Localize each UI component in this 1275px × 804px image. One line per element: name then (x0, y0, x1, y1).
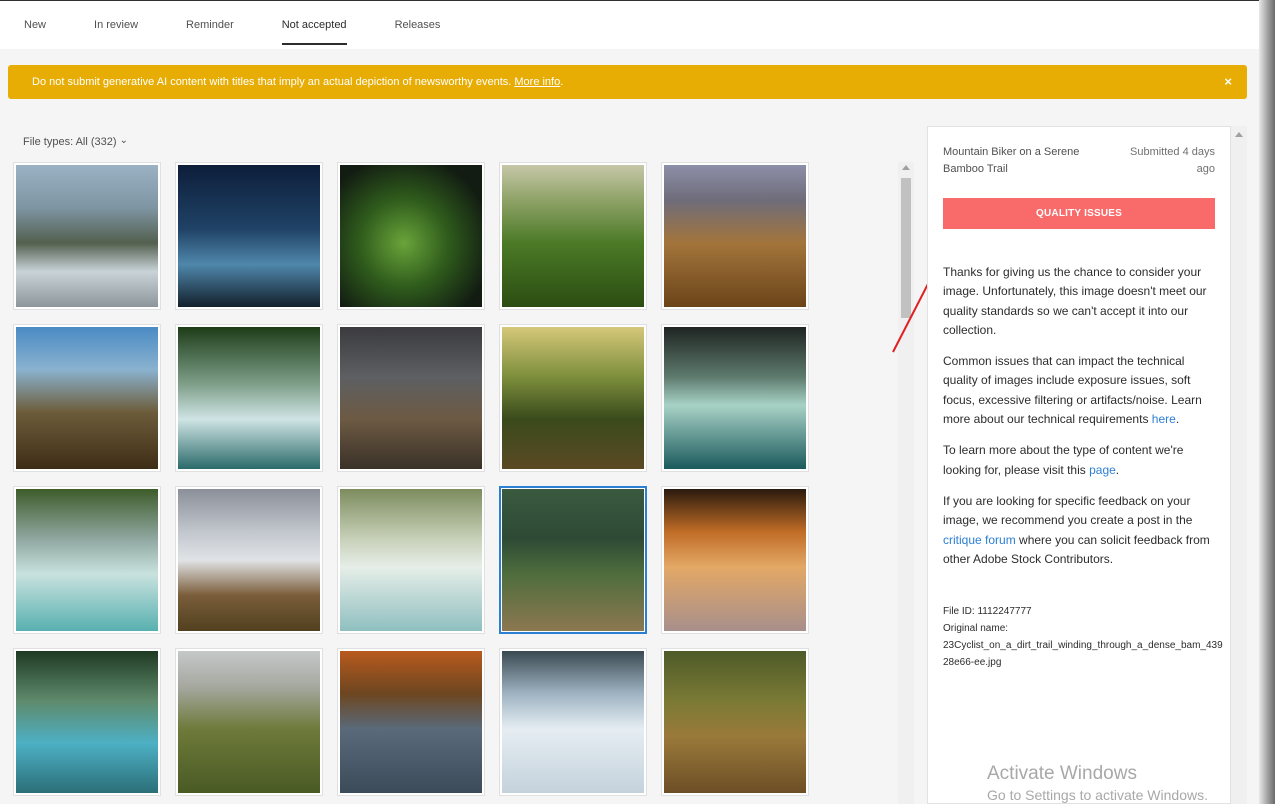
image-tile-waterfall-2[interactable] (13, 486, 161, 634)
thumbnail-image (16, 165, 158, 307)
image-tile-leaf[interactable] (337, 162, 485, 310)
thumbnail-image (178, 651, 320, 793)
image-tile-motion-biker[interactable] (661, 648, 809, 796)
file-type-label: File types: All (332) (23, 136, 117, 148)
thumbnail-image (664, 165, 806, 307)
thumbnail-image (502, 165, 644, 307)
image-tile-snow-footprints[interactable] (499, 648, 647, 796)
thumbnail-image (664, 327, 806, 469)
image-grid (13, 162, 809, 796)
image-tile-waterfall-1[interactable] (175, 324, 323, 472)
original-name: 23Cyclist_on_a_dirt_trail_winding_throug… (943, 640, 1223, 668)
tab-new[interactable]: New (0, 1, 70, 49)
panel-scrollbar[interactable] (1231, 126, 1247, 804)
here-link[interactable]: here (1152, 412, 1176, 426)
thumbnail-image (178, 327, 320, 469)
image-tile-jungle-waterfall[interactable] (13, 648, 161, 796)
detail-panel: Mountain Biker on a Serene Bamboo Trail … (927, 126, 1231, 804)
image-tile-bamboo-biker[interactable] (499, 486, 647, 634)
thumbnail-image (664, 489, 806, 631)
image-tile-rope-bridge[interactable] (499, 324, 647, 472)
thumbnail-image (340, 651, 482, 793)
banner-period: . (560, 76, 564, 88)
image-tile-hill-runner[interactable] (661, 162, 809, 310)
thumbnail-image (16, 651, 158, 793)
thumbnail-image (502, 489, 644, 631)
thumbnail-image (340, 165, 482, 307)
image-title: Mountain Biker on a Serene Bamboo Trail (943, 146, 1080, 175)
file-type-filter[interactable]: File types: All (332) ⌄ (23, 135, 128, 148)
original-name-label: Original name: (943, 623, 1009, 634)
critique-forum-link[interactable]: critique forum (943, 533, 1016, 547)
message-paragraph-4: If you are looking for specific feedback… (943, 493, 1210, 566)
quality-issues-badge: QUALITY ISSUES (943, 198, 1215, 229)
tab-reminder[interactable]: Reminder (162, 1, 258, 49)
image-tile-mountain-valley[interactable] (175, 648, 323, 796)
close-icon[interactable]: × (1224, 74, 1232, 89)
image-tile-jeep[interactable] (13, 324, 161, 472)
message-paragraph-2: Common issues that can impact the techni… (943, 354, 1202, 427)
submitted-date: Submitted 4 days ago (1130, 146, 1215, 175)
image-tile-waterfall-3[interactable] (337, 486, 485, 634)
thumbnail-image (16, 327, 158, 469)
chevron-down-icon: ⌄ (119, 135, 128, 146)
image-tile-autumn-river[interactable] (337, 648, 485, 796)
image-tile-canyon[interactable] (661, 324, 809, 472)
more-info-link[interactable]: More info (514, 76, 560, 88)
windows-activation-watermark: Activate Windows Go to Settings to activ… (987, 763, 1208, 803)
thumbnail-image (664, 651, 806, 793)
rejection-message: Thanks for giving us the chance to consi… (943, 263, 1221, 581)
file-metadata: File ID: 1112247777 Original name: 23Cyc… (943, 603, 1223, 671)
banner-text: Do not submit generative AI content with… (32, 76, 512, 88)
thumbnail-image (178, 165, 320, 307)
thumbnail-image (16, 489, 158, 631)
ai-content-banner: Do not submit generative AI content with… (8, 65, 1247, 99)
thumbnail-image (502, 327, 644, 469)
file-id: File ID: 1112247777 (943, 606, 1032, 617)
window-edge (1259, 0, 1275, 804)
image-tile-rafting[interactable] (13, 162, 161, 310)
thumbnail-image (502, 651, 644, 793)
image-tile-sunset-footprints[interactable] (661, 486, 809, 634)
image-tile-stone-path[interactable] (337, 324, 485, 472)
message-paragraph-3: To learn more about the type of content … (943, 443, 1184, 477)
tab-not-accepted[interactable]: Not accepted (258, 1, 371, 49)
thumbnail-image (178, 489, 320, 631)
scroll-up-icon[interactable] (902, 165, 910, 170)
tab-in-review[interactable]: In review (70, 1, 162, 49)
image-tile-misty-valley[interactable] (175, 486, 323, 634)
thumbnail-image (340, 489, 482, 631)
page-link[interactable]: page (1089, 463, 1116, 477)
thumbnail-image (340, 327, 482, 469)
image-tile-green-hills[interactable] (499, 162, 647, 310)
scroll-up-icon[interactable] (1235, 132, 1243, 137)
image-tile-night-tent[interactable] (175, 162, 323, 310)
tab-releases[interactable]: Releases (371, 1, 465, 49)
tab-bar: New In review Reminder Not accepted Rele… (0, 1, 1259, 49)
message-paragraph-1: Thanks for giving us the chance to consi… (943, 265, 1207, 337)
